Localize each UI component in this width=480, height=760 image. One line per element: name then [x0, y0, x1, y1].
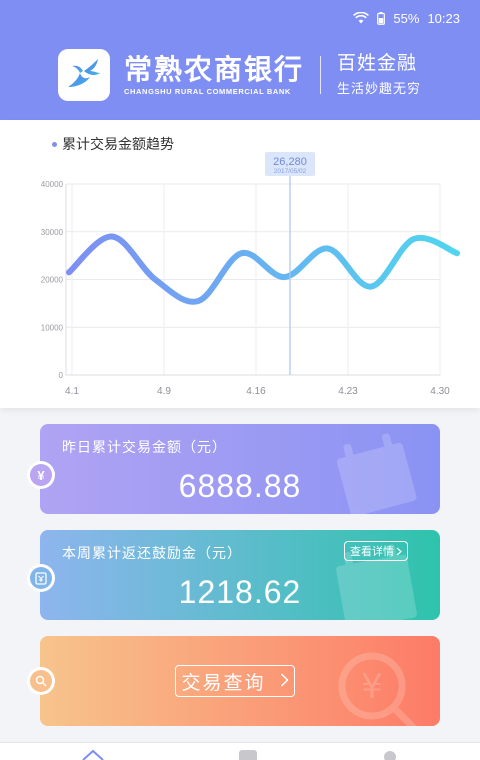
y-tick-label: 0 — [59, 371, 64, 380]
status-bar: 55% 10:23 — [353, 8, 460, 28]
svg-text:¥: ¥ — [361, 667, 383, 707]
x-tick-label: 4.1 — [65, 386, 79, 397]
bank-name-cn: 常熟农商银行 — [124, 53, 305, 85]
x-tick-label: 4.30 — [430, 386, 450, 397]
y-tick-label: 10000 — [41, 323, 64, 332]
y-tick-label: 20000 — [41, 276, 64, 285]
yen-icon: ¥ — [30, 464, 52, 486]
bank-brand: 常熟农商银行 CHANGSHU RURAL COMMERCIAL BANK 百姓… — [58, 48, 421, 102]
yesterday-amount-value: 6888.88 — [178, 468, 302, 504]
slogan-main: 百姓金融 — [337, 53, 418, 74]
home-icon[interactable] — [82, 749, 104, 760]
battery-level: 55% — [393, 10, 420, 26]
y-tick-label: 40000 — [41, 180, 64, 189]
chart-title-text: 累计交易金额趋势 — [62, 136, 174, 152]
weekly-reward-value: 1218.62 — [178, 574, 302, 610]
yesterday-amount-label: 昨日累计交易金额（元） — [62, 439, 227, 455]
brand-divider — [320, 56, 322, 94]
wifi-icon — [353, 12, 370, 24]
tooltip-value: 26,280 — [273, 156, 307, 168]
chevron-right-icon — [396, 547, 402, 555]
series-line — [66, 233, 460, 305]
transaction-query-label: 交易查询 — [181, 672, 266, 694]
yen-badge: ¥ — [27, 461, 55, 489]
x-tick-label: 4.16 — [246, 386, 266, 397]
x-tick-label: 4.23 — [338, 386, 358, 397]
document-icon[interactable] — [238, 749, 258, 760]
transaction-query-button[interactable]: 交易查询 — [175, 665, 295, 697]
yesterday-amount-card[interactable]: 昨日累计交易金额（元） 6888.88 — [40, 424, 440, 514]
user-icon[interactable] — [380, 749, 400, 760]
trend-chart[interactable]: 0 10000 20000 30000 40000 4.1 4.9 4.16 4.23 4.30 2… — [0, 120, 480, 408]
app-screen: 55% 10:23 常熟农商银行 CHANGSHU RURAL COMMERCI… — [0, 0, 480, 760]
wallet-icon — [30, 567, 52, 589]
header: 55% 10:23 常熟农商银行 CHANGSHU RURAL COMMERCI… — [0, 0, 480, 120]
transaction-query-card[interactable]: ¥ 交易查询 — [40, 636, 440, 726]
clock: 10:23 — [427, 10, 460, 26]
weekly-reward-label: 本周累计返还鼓励金（元） — [62, 545, 242, 561]
view-details-label: 查看详情 — [350, 546, 394, 558]
search-icon — [30, 670, 52, 692]
search-badge — [27, 667, 55, 695]
weekly-reward-card[interactable]: 本周累计返还鼓励金（元） 查看详情 1218.62 — [40, 530, 440, 620]
slogan-sub: 生活妙趣无穷 — [337, 81, 422, 96]
bank-logo — [58, 49, 110, 101]
wallet-badge — [27, 564, 55, 592]
trend-chart-card: 0 10000 20000 30000 40000 4.1 4.9 4.16 4.23 4.30 2… — [0, 120, 480, 408]
yen-magnifier-watermark-icon: ¥ — [338, 652, 417, 726]
y-tick-label: 30000 — [41, 228, 64, 237]
view-details-button[interactable]: 查看详情 — [344, 541, 408, 561]
chart-title: 累计交易金额趋势 — [52, 134, 174, 154]
x-tick-label: 4.9 — [157, 386, 171, 397]
title-dot — [52, 141, 57, 147]
tooltip-date: 2017/05/02 — [274, 168, 307, 175]
bank-name-en: CHANGSHU RURAL COMMERCIAL BANK — [124, 86, 291, 96]
battery-icon — [377, 11, 386, 25]
bottom-nav — [0, 742, 480, 760]
chevron-right-icon — [280, 671, 289, 692]
swallow-logo-icon — [68, 59, 100, 87]
